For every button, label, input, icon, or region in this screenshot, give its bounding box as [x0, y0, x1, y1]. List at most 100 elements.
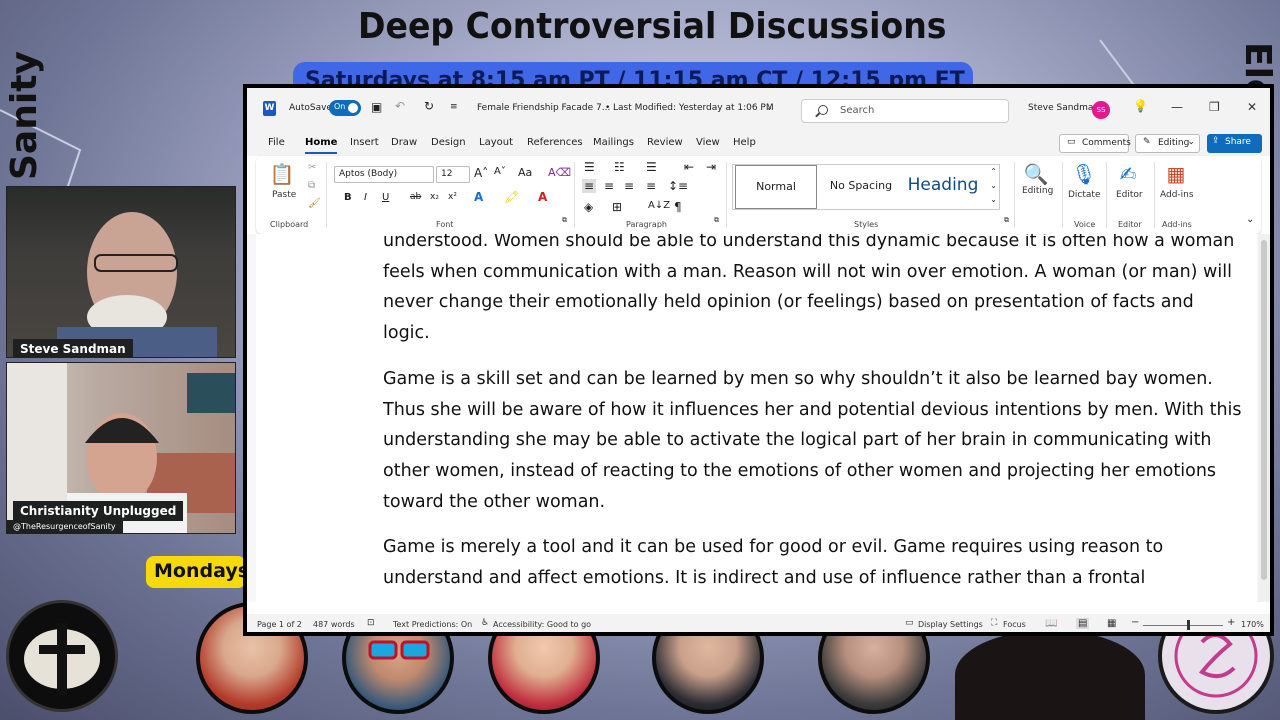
line-spacing-icon[interactable]: ↕≡ — [668, 179, 688, 193]
search-input[interactable]: Search — [801, 99, 1009, 123]
minimize-icon[interactable]: — — [1171, 100, 1183, 114]
increase-indent-icon[interactable]: ⇥ — [706, 160, 716, 174]
tab-help[interactable]: Help — [733, 137, 756, 148]
document-page[interactable]: understood. Women should be able to unde… — [256, 234, 1257, 602]
style-normal[interactable]: Normal — [735, 165, 817, 209]
avatar[interactable]: SS — [1092, 101, 1110, 119]
multilevel-list-icon[interactable]: ☰ — [646, 160, 657, 174]
editing-mode-button[interactable]: ✎ Editing ⌄ — [1135, 134, 1200, 153]
superscript-icon[interactable]: x² — [448, 192, 457, 202]
word-count[interactable]: 487 words — [313, 620, 355, 629]
editor-icon[interactable]: ✍ — [1112, 162, 1144, 190]
read-mode-icon[interactable]: 📖 — [1045, 618, 1057, 629]
tab-references[interactable]: References — [527, 137, 583, 148]
tab-review[interactable]: Review — [647, 137, 683, 148]
font-size-select[interactable]: 12 — [436, 166, 470, 183]
style-no-spacing[interactable]: No Spacing — [821, 165, 901, 209]
text-effects-icon[interactable]: A — [474, 190, 483, 204]
proofing-icon[interactable]: ⊡ — [367, 618, 375, 628]
lightbulb-icon[interactable]: 💡 — [1133, 99, 1148, 113]
paragraph-3[interactable]: Game is merely a tool and it can be used… — [383, 532, 1243, 593]
document-title[interactable]: Female Friendship Facade 7... — [477, 103, 610, 113]
align-center-icon[interactable]: ≡ — [604, 179, 614, 193]
page-count[interactable]: Page 1 of 2 — [257, 620, 302, 629]
styles-more-icon[interactable]: ⌄ — [990, 195, 997, 204]
bullets-icon[interactable]: ☰ — [584, 160, 595, 174]
autosave-toggle[interactable]: On — [329, 100, 361, 116]
font-name-select[interactable]: Aptos (Body) — [334, 166, 434, 183]
tab-view[interactable]: View — [696, 137, 720, 148]
focus-button[interactable]: Focus — [1003, 620, 1026, 629]
zoom-out-icon[interactable]: − — [1131, 617, 1139, 628]
copy-icon[interactable]: ⧉ — [308, 180, 315, 191]
share-button[interactable]: ⇪ Share — [1207, 134, 1262, 153]
styles-scroll-down-icon[interactable]: ⌄ — [990, 181, 997, 190]
vertical-scrollbar[interactable] — [1258, 234, 1270, 602]
tab-insert[interactable]: Insert — [350, 137, 379, 148]
paragraph-2[interactable]: Game is a skill set and can be learned b… — [383, 364, 1243, 518]
collapse-ribbon-icon[interactable]: ⌄ — [1246, 214, 1254, 225]
tab-layout[interactable]: Layout — [479, 137, 513, 148]
zoom-level[interactable]: 170% — [1241, 620, 1264, 629]
editor-button[interactable]: Editor — [1116, 190, 1143, 200]
user-name[interactable]: Steve Sandman — [1028, 103, 1099, 113]
display-settings-button[interactable]: Display Settings — [918, 620, 983, 629]
addins-button[interactable]: Add-ins — [1160, 190, 1194, 200]
customize-toolbar-icon[interactable]: ≡ — [450, 102, 458, 112]
grow-font-icon[interactable]: A˄ — [474, 166, 488, 180]
restore-icon[interactable]: ❐ — [1209, 100, 1220, 114]
undo-icon[interactable]: ↶ — [395, 99, 405, 113]
align-left-icon[interactable]: ≡ — [582, 179, 597, 193]
save-icon[interactable]: ▣ — [371, 100, 382, 114]
microphone-icon[interactable]: 🎙 — [1068, 162, 1100, 190]
comments-button[interactable]: ▭ Comments — [1059, 134, 1131, 153]
borders-icon[interactable]: ⊞ — [612, 200, 622, 214]
clear-formatting-icon[interactable]: A⌫ — [548, 166, 571, 179]
paste-button[interactable]: Paste — [272, 190, 296, 200]
align-right-icon[interactable]: ≡ — [624, 179, 634, 193]
addins-icon[interactable]: ▦ — [1160, 162, 1192, 190]
styles-scroll-up-icon[interactable]: ⌃ — [990, 167, 997, 176]
dictate-button[interactable]: Dictate — [1068, 190, 1101, 200]
tab-mailings[interactable]: Mailings — [593, 137, 634, 148]
style-heading[interactable]: Heading — [903, 165, 983, 209]
cut-icon[interactable]: ✂ — [308, 162, 316, 173]
zoom-slider[interactable] — [1143, 625, 1223, 626]
zoom-in-icon[interactable]: + — [1227, 617, 1235, 628]
underline-icon[interactable]: U — [382, 192, 389, 203]
paragraph-1[interactable]: understood. Women should be able to unde… — [383, 234, 1243, 349]
format-painter-icon[interactable]: 🖌 — [308, 198, 321, 209]
highlight-icon[interactable]: 🖍 — [504, 190, 519, 204]
justify-icon[interactable]: ≡ — [646, 179, 656, 193]
chevron-down-icon[interactable]: ⌄ — [766, 103, 773, 112]
accessibility-status[interactable]: Accessibility: Good to go — [493, 620, 591, 629]
font-dialog-launcher-icon[interactable]: ⧉ — [562, 216, 567, 225]
redo-icon[interactable]: ↻ — [424, 99, 434, 113]
zoom-slider-thumb[interactable] — [1187, 620, 1190, 630]
subscript-icon[interactable]: x₂ — [430, 192, 439, 202]
change-case-icon[interactable]: Aa — [518, 166, 532, 179]
tab-home[interactable]: Home — [305, 137, 338, 154]
paragraph-dialog-launcher-icon[interactable]: ⧉ — [714, 216, 719, 225]
text-predictions[interactable]: Text Predictions: On — [393, 620, 472, 629]
shrink-font-icon[interactable]: A˅ — [494, 166, 506, 177]
shading-icon[interactable]: ◈ — [584, 200, 593, 214]
tab-file[interactable]: File — [268, 137, 285, 148]
decrease-indent-icon[interactable]: ⇤ — [684, 160, 694, 174]
bold-icon[interactable]: B — [344, 192, 352, 203]
numbering-icon[interactable]: ☷ — [614, 160, 625, 174]
last-modified[interactable]: Last Modified: Yesterday at 1:06 PM — [613, 103, 774, 113]
editing-button[interactable]: Editing — [1022, 186, 1053, 196]
font-color-icon[interactable]: A — [538, 190, 547, 204]
tab-design[interactable]: Design — [431, 137, 466, 148]
close-icon[interactable]: ✕ — [1247, 100, 1257, 114]
styles-dialog-launcher-icon[interactable]: ⧉ — [1004, 216, 1009, 225]
tab-draw[interactable]: Draw — [391, 137, 417, 148]
italic-icon[interactable]: I — [364, 192, 367, 203]
sort-icon[interactable]: A↓Z — [648, 200, 670, 211]
show-marks-icon[interactable]: ¶ — [674, 200, 682, 214]
paste-icon[interactable]: 📋 — [266, 162, 298, 190]
web-layout-icon[interactable]: ▦ — [1107, 618, 1116, 629]
print-layout-icon[interactable]: ▤ — [1076, 618, 1090, 629]
strikethrough-icon[interactable]: ab — [410, 192, 421, 202]
